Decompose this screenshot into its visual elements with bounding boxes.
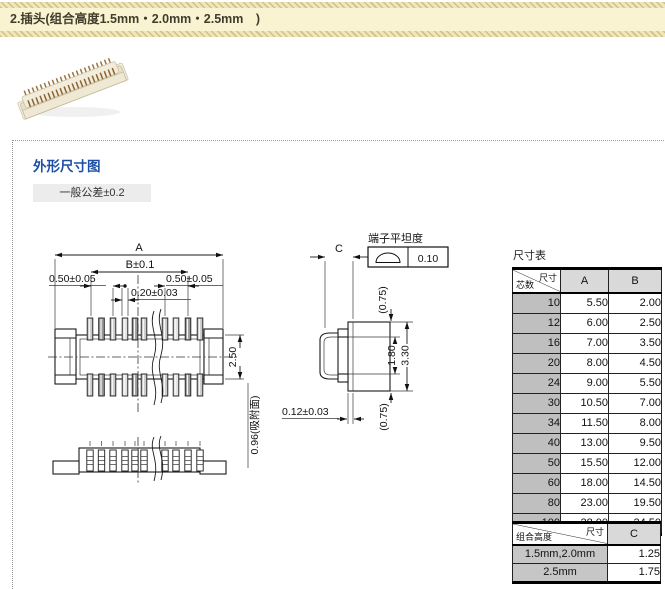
- pin-count-cell: 50: [513, 453, 561, 473]
- dim-012-label: 0.12±0.03: [282, 406, 329, 418]
- table-row: 60 18.00 14.50: [513, 473, 662, 493]
- dim-b-cell: 8.00: [609, 413, 662, 433]
- dim-b-cell: 2.00: [609, 293, 662, 314]
- page-title: 2.插头(组合高度1.5mm・2.0mm・2.5mm ): [0, 8, 665, 31]
- table-row: 1.5mm,2.0mm 1.25: [513, 545, 661, 564]
- dim-b-cell: 5.50: [609, 373, 662, 393]
- stack-height-cell: 1.5mm,2.0mm: [513, 545, 608, 564]
- size-table-section: 尺寸表 尺寸 芯数 A B 10 5.50 2.00: [512, 247, 662, 536]
- height-table-section: 尺寸 组合高度 C 1.5mm,2.0mm 1.25 2.5mm 1.75: [512, 521, 661, 584]
- dim-a-cell: 9.00: [561, 373, 609, 393]
- dim-a-label: A: [135, 242, 143, 254]
- dim-c-cell: 1.25: [608, 545, 661, 564]
- pin-count-cell: 40: [513, 433, 561, 453]
- dim-b-cell: 4.50: [609, 353, 662, 373]
- corner-label-top: 尺寸: [586, 525, 604, 538]
- column-header-c: C: [608, 523, 661, 545]
- dim-b-cell: 12.00: [609, 453, 662, 473]
- table-row: 50 15.50 12.00: [513, 453, 662, 473]
- dim-b-cell: 19.50: [609, 493, 662, 513]
- size-table-title: 尺寸表: [513, 247, 662, 263]
- dim-a-cell: 6.00: [561, 313, 609, 333]
- dim-180-label: 1.80: [386, 345, 398, 366]
- dim-c-label: C: [335, 243, 343, 255]
- table-row: 80 23.00 19.50: [513, 493, 662, 513]
- dim-a-cell: 15.50: [561, 453, 609, 473]
- dim-c-cell: 1.75: [608, 563, 661, 582]
- bottom-view: [53, 436, 226, 483]
- connector-photo: [14, 56, 134, 132]
- pin-count-cell: 12: [513, 313, 561, 333]
- corner-label-bottom: 组合高度: [516, 530, 552, 543]
- dim-096-label: 0.96(吸附面): [248, 396, 261, 455]
- dim-b-cell: 3.50: [609, 333, 662, 353]
- dim-a-cell: 8.00: [561, 353, 609, 373]
- height-table: 尺寸 组合高度 C 1.5mm,2.0mm 1.25 2.5mm 1.75: [512, 521, 661, 584]
- pin-count-cell: 16: [513, 333, 561, 353]
- table-row: 2.5mm 1.75: [513, 563, 661, 582]
- section-title: 外形尺寸图: [33, 155, 101, 175]
- table-row: 10 5.50 2.00: [513, 293, 662, 314]
- dim-a-cell: 23.00: [561, 493, 609, 513]
- pin-count-cell: 30: [513, 393, 561, 413]
- column-header-b: B: [609, 269, 662, 293]
- dim-b-cell: 7.00: [609, 393, 662, 413]
- pin-count-cell: 80: [513, 493, 561, 513]
- dim-b-cell: 9.50: [609, 433, 662, 453]
- section-header-bar: 2.插头(组合高度1.5mm・2.0mm・2.5mm ): [0, 2, 665, 37]
- size-table-corner-cell: 尺寸 芯数: [513, 269, 561, 293]
- table-row: 40 13.00 9.50: [513, 433, 662, 453]
- flatness-value: 0.10: [418, 253, 439, 265]
- side-view: [320, 322, 390, 391]
- stack-height-cell: 2.5mm: [513, 563, 608, 582]
- dim-a-cell: 11.50: [561, 413, 609, 433]
- dim-075-top-label: (0.75): [377, 286, 389, 313]
- datasheet-page: { "header": { "title": "2.插头(组合高度1.5mm・2…: [0, 0, 665, 588]
- dim-330-label: 3.30: [400, 345, 412, 366]
- dim-a-cell: 10.50: [561, 393, 609, 413]
- dim-b-cell: 14.50: [609, 473, 662, 493]
- height-table-corner-cell: 尺寸 组合高度: [513, 523, 608, 545]
- dim-a-cell: 18.00: [561, 473, 609, 493]
- column-header-a: A: [561, 269, 609, 293]
- dim-a-cell: 7.00: [561, 333, 609, 353]
- header-stripe-bottom: [0, 31, 665, 37]
- corner-label-top: 尺寸: [539, 271, 557, 284]
- dim-050-right-label: 0.50±0.05: [166, 273, 213, 285]
- tolerance-note: 一般公差±0.2: [33, 184, 151, 202]
- table-row: 12 6.00 2.50: [513, 313, 662, 333]
- dim-075-bottom-label: (0.75): [378, 403, 390, 430]
- dim-250-label: 2.50: [227, 347, 239, 368]
- dim-050-left-label: 0.50±0.05: [49, 273, 96, 285]
- corner-label-bottom: 芯数: [516, 278, 534, 291]
- table-row: 24 9.00 5.50: [513, 373, 662, 393]
- dim-a-cell: 5.50: [561, 293, 609, 314]
- dim-020-label: 0.20±0.03: [131, 287, 178, 299]
- pin-count-cell: 60: [513, 473, 561, 493]
- pin-count-cell: 20: [513, 353, 561, 373]
- table-row: 30 10.50 7.00: [513, 393, 662, 413]
- table-row: 34 11.50 8.00: [513, 413, 662, 433]
- pin-count-cell: 10: [513, 293, 561, 314]
- dim-b-label: B±0.1: [126, 259, 155, 271]
- pin-count-cell: 24: [513, 373, 561, 393]
- dim-b-cell: 2.50: [609, 313, 662, 333]
- flatness-label: 端子平坦度: [368, 231, 423, 245]
- technical-drawing: A B±0.1 0.50±0.05 0.50±0.05 0.20±0.03 2.…: [30, 225, 500, 515]
- table-row: 20 8.00 4.50: [513, 353, 662, 373]
- size-table: 尺寸 芯数 A B 10 5.50 2.00 12 6.00 2.50: [512, 267, 662, 536]
- table-row: 16 7.00 3.50: [513, 333, 662, 353]
- pin-count-cell: 34: [513, 413, 561, 433]
- dim-a-cell: 13.00: [561, 433, 609, 453]
